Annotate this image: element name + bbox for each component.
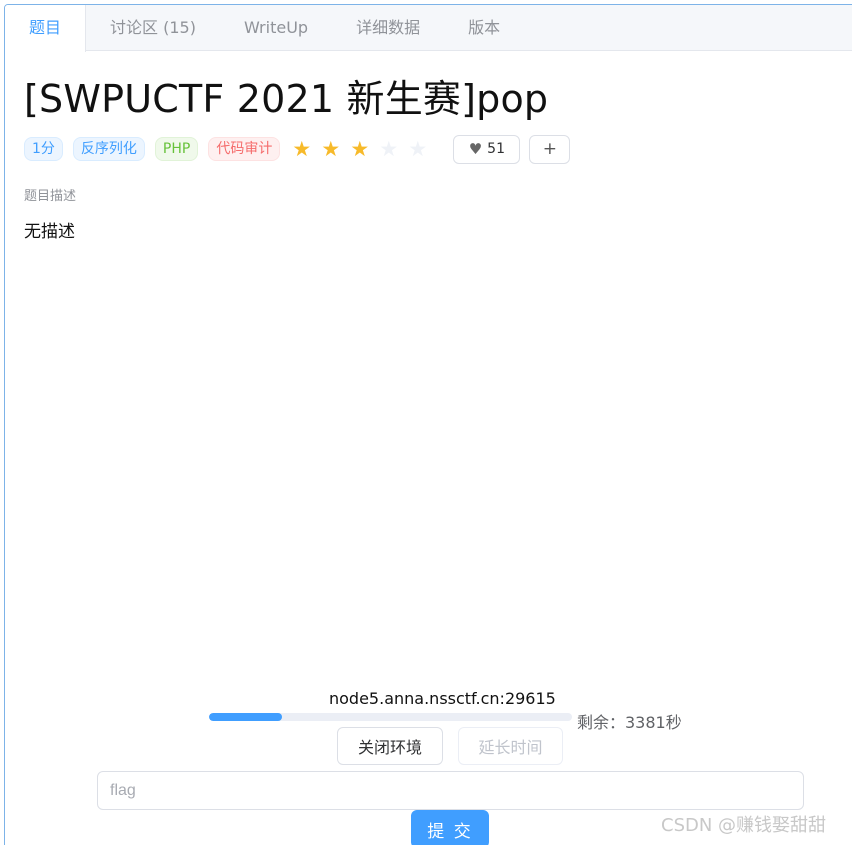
description-text: 无描述: [24, 222, 75, 242]
star-icon[interactable]: ★: [321, 137, 350, 161]
star-icon[interactable]: ★: [292, 137, 321, 161]
tab-discussion[interactable]: 讨论区 (15): [86, 5, 220, 51]
like-button[interactable]: ♥ 51: [453, 134, 521, 164]
remaining-time: 剩余：3381秒: [577, 713, 682, 732]
add-button[interactable]: +: [529, 134, 571, 164]
like-count: 51: [487, 141, 505, 157]
star-icon[interactable]: ★: [408, 137, 437, 161]
instance-host[interactable]: node5.anna.nssctf.cn:29615: [329, 689, 556, 708]
tag-deserialization[interactable]: 反序列化: [72, 137, 145, 161]
tag-php[interactable]: PHP: [154, 137, 199, 161]
extend-time-button[interactable]: 延长时间: [458, 727, 563, 765]
tab-bar: 题目 讨论区 (15) WriteUp 详细数据 版本: [5, 5, 852, 52]
tag-points[interactable]: 1分: [24, 137, 63, 161]
problem-title: [SWPUCTF 2021 新生赛]pop: [24, 77, 549, 121]
description-label: 题目描述: [24, 189, 77, 204]
tab-versions[interactable]: 版本: [444, 5, 524, 51]
close-environment-button[interactable]: 关闭环境: [337, 727, 443, 765]
time-progress-fill: [209, 713, 282, 721]
time-progress-bar: [209, 713, 572, 721]
plus-icon: +: [542, 139, 557, 159]
tab-details[interactable]: 详细数据: [332, 5, 444, 51]
tag-code-audit[interactable]: 代码审计: [208, 137, 281, 161]
star-icon[interactable]: ★: [379, 137, 408, 161]
problem-card: 题目 讨论区 (15) WriteUp 详细数据 版本 [SWPUCTF 202…: [4, 4, 852, 845]
watermark: CSDN @赚钱娶甜甜: [661, 815, 827, 836]
heart-icon: ♥: [468, 140, 483, 158]
flag-input[interactable]: [97, 771, 804, 810]
submit-button[interactable]: 提 交: [411, 810, 489, 845]
difficulty-rating[interactable]: ★ ★ ★ ★ ★: [292, 137, 437, 161]
problem-meta: 1分 反序列化 PHP 代码审计 ★ ★ ★ ★ ★ ♥ 51 +: [24, 134, 571, 164]
tab-writeup[interactable]: WriteUp: [220, 5, 332, 51]
star-icon[interactable]: ★: [350, 137, 379, 161]
tab-problem[interactable]: 题目: [5, 5, 87, 52]
